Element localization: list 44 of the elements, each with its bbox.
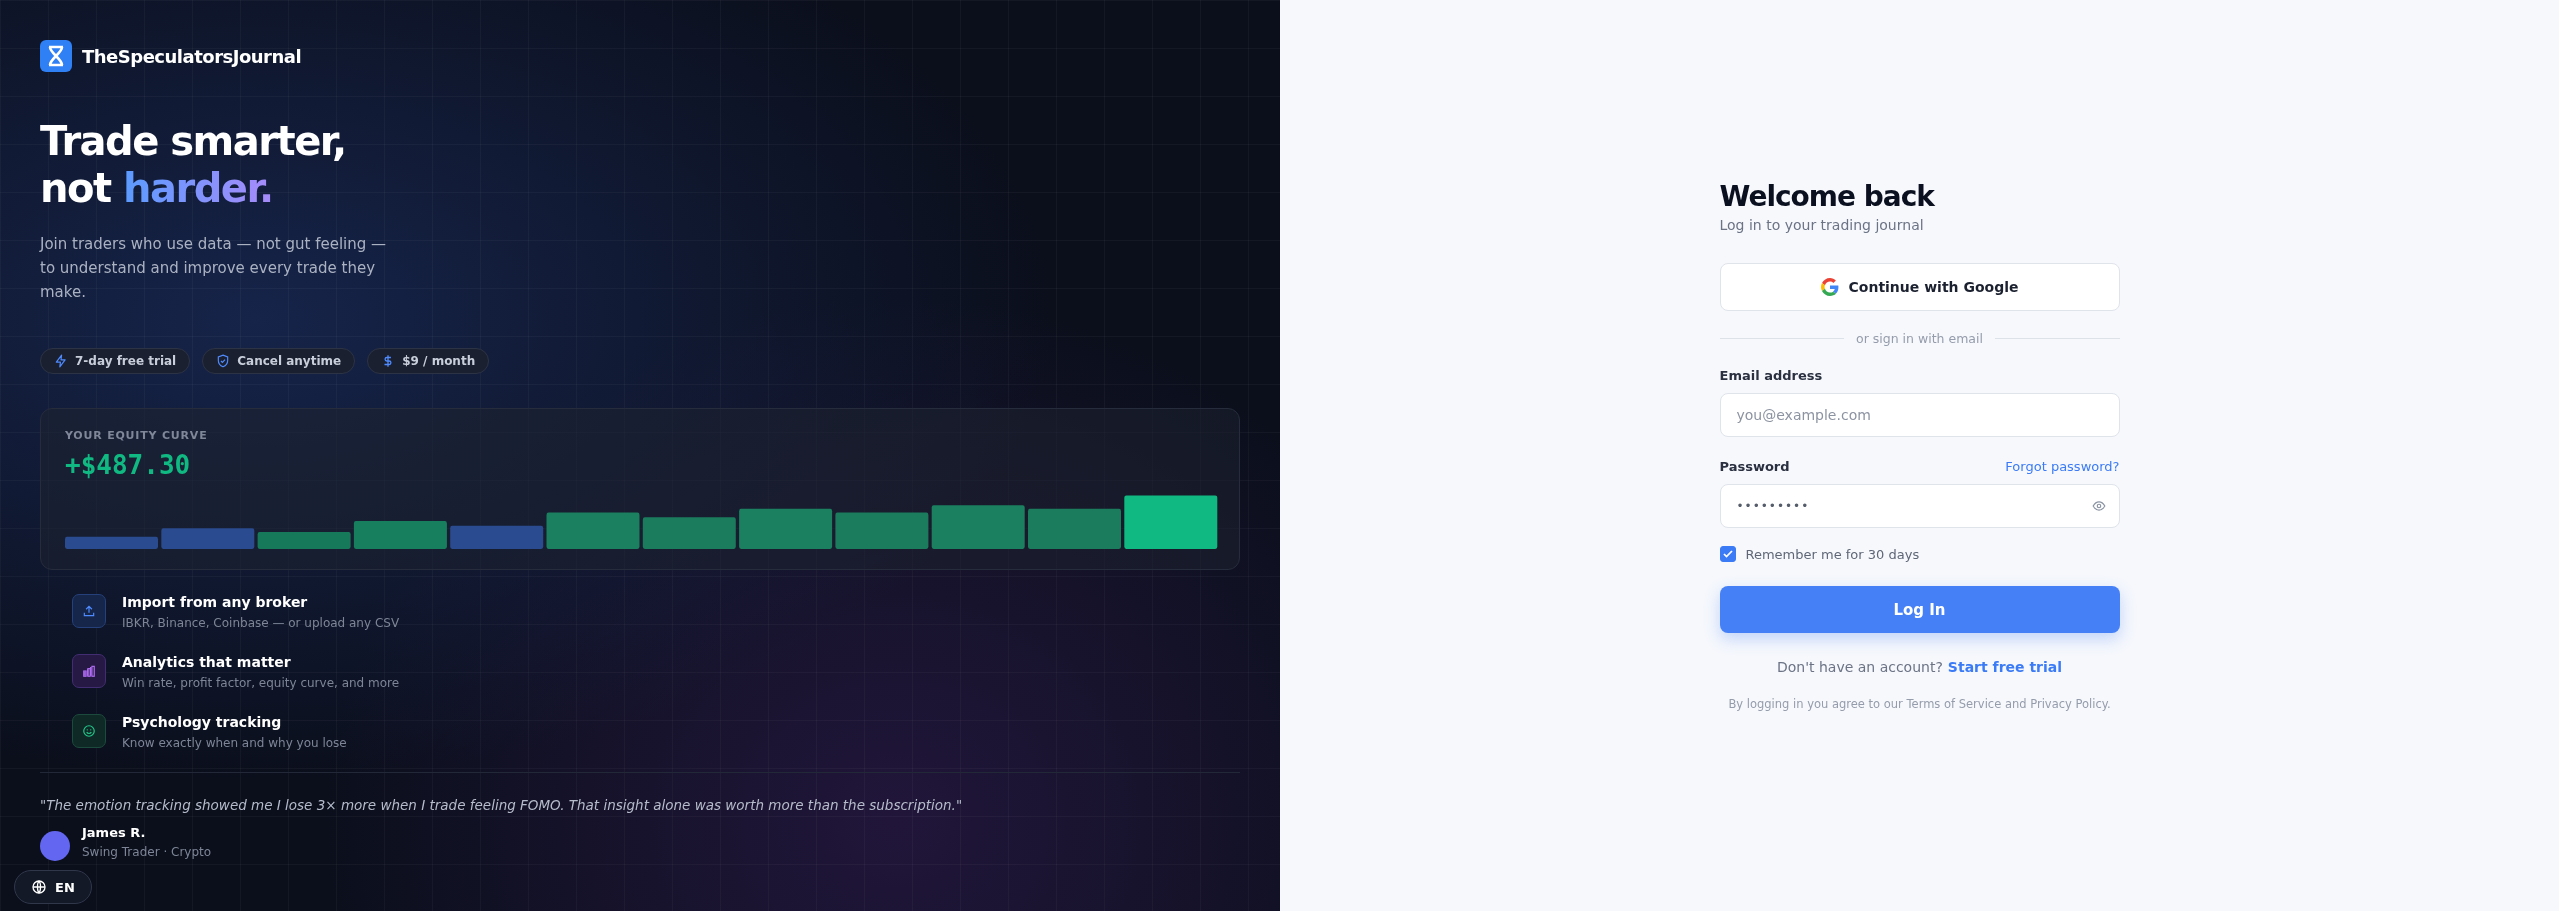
smiley-icon — [72, 714, 106, 748]
signup-link[interactable]: Start free trial — [1947, 659, 2063, 675]
field-label: Password — [1719, 459, 1790, 474]
feature-title: Analytics that matter — [122, 654, 292, 670]
forgot-password-link[interactable]: Forgot password? — [2005, 459, 2120, 474]
feature-title: Import from any broker — [122, 594, 309, 610]
language-button[interactable]: EN — [14, 870, 92, 904]
remember-checkbox[interactable] — [1719, 546, 1736, 562]
equity-value: +$487.30 — [65, 450, 191, 480]
google-icon — [1820, 278, 1839, 296]
feature-badge: $9 / month — [367, 348, 490, 374]
author-name: James R. — [82, 825, 147, 840]
card-label: YOUR EQUITY CURVE — [65, 429, 208, 442]
feature-description: IBKR, Binance, Coinbase — or upload any CSV — [122, 616, 400, 630]
logo-icon — [40, 40, 72, 72]
checkmark-icon — [1721, 548, 1734, 560]
shield-check-icon — [216, 354, 231, 368]
brand-name[interactable]: TheSpeculatorsJournal — [82, 45, 302, 67]
author-role: Swing Trader · Crypto — [82, 845, 212, 859]
feature-description: Know exactly when and why you lose — [122, 736, 347, 750]
hero-subtitle: Join traders who use data — not gut feeling — to understand and improve every trade they make. — [40, 234, 388, 303]
globe-icon — [31, 879, 47, 895]
feature-description: Win rate, profit factor, equity curve, and more — [122, 676, 400, 690]
feature-title: Psychology tracking — [122, 714, 283, 730]
checkbox-label: Remember me for 30 days — [1745, 546, 1920, 562]
lightning-icon — [54, 354, 68, 368]
signup-prompt: Don't have an account? — [1776, 659, 1943, 675]
google-button[interactable]: Continue with Google — [1719, 263, 2120, 311]
field-label: Email address — [1719, 368, 1824, 383]
terms-text: By logging in you agree to our Terms of Service and Privacy Policy. — [1727, 697, 2112, 711]
email-field[interactable]: you@example.com — [1719, 393, 2120, 437]
avatar — [40, 831, 70, 861]
feature-badge: Cancel anytime — [202, 348, 356, 374]
form-title: Welcome back — [1719, 180, 1936, 213]
bar-chart-icon — [72, 654, 106, 688]
form-subtitle: Log in to your trading journal — [1719, 217, 1925, 233]
upload-icon — [72, 594, 106, 628]
eye-icon — [2091, 499, 2106, 513]
password-field[interactable]: ••••••••• — [1719, 484, 2120, 528]
feature-badge: 7-day free trial — [40, 348, 191, 374]
testimonial-quote: "The emotion tracking showed me I lose 3× more when I trade feeling FOMO. That insight alone was worth more than the subscription." — [40, 797, 964, 813]
headline: Trade smarter, not harder. — [40, 118, 347, 212]
login-button[interactable]: Log In — [1719, 586, 2120, 633]
divider-text: or sign in with email — [1856, 331, 1983, 346]
